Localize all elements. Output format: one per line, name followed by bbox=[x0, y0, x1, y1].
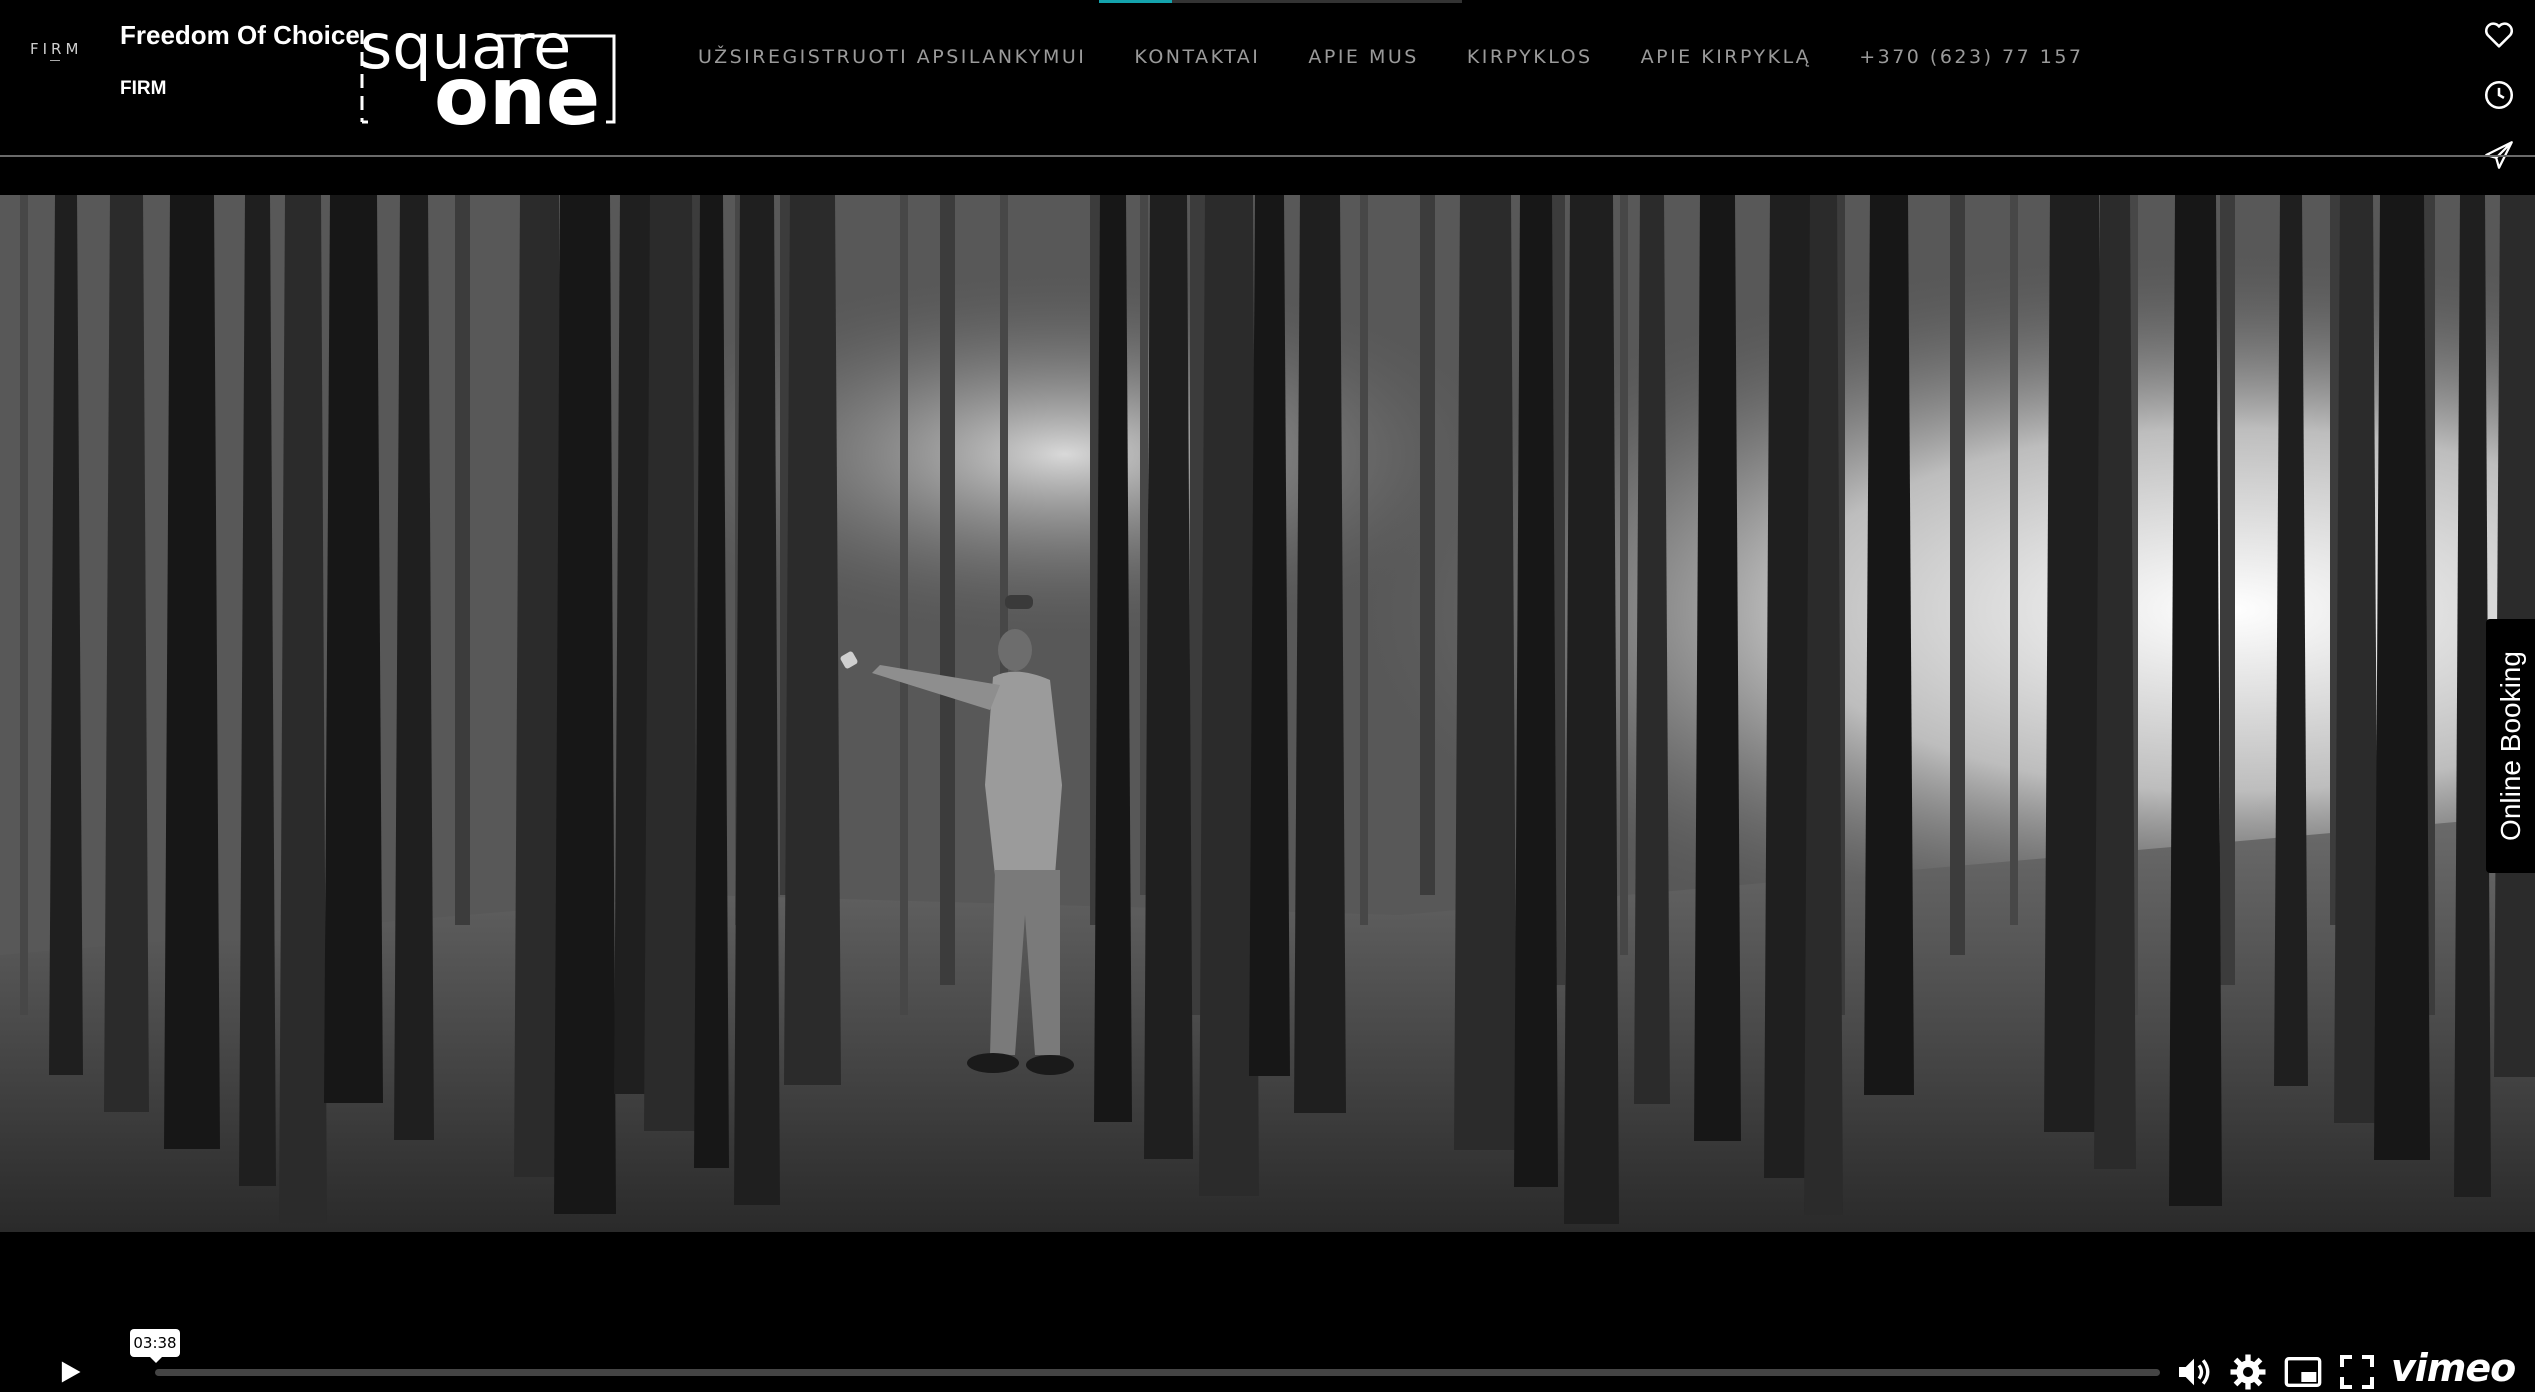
background-tree bbox=[455, 195, 470, 925]
nav-register[interactable]: UŽSIREGISTRUOTI APSILANKYMUI bbox=[698, 46, 1086, 76]
foreground-tree bbox=[1249, 195, 1290, 1076]
top-progress-fill bbox=[1099, 0, 1172, 3]
online-booking-label: Online Booking bbox=[2494, 651, 2526, 841]
foreground-tree bbox=[1454, 195, 1517, 1150]
foreground-tree bbox=[2094, 195, 2136, 1169]
forest-video-frame bbox=[0, 195, 2535, 1232]
nav-contacts[interactable]: KONTAKTAI bbox=[1134, 46, 1260, 76]
nav-about-us[interactable]: APIE MUS bbox=[1308, 46, 1418, 76]
foreground-tree bbox=[694, 195, 729, 1168]
background-tree bbox=[20, 195, 28, 1015]
clock-icon[interactable] bbox=[2482, 78, 2516, 112]
foreground-tree bbox=[2374, 195, 2430, 1160]
background-tree bbox=[1420, 195, 1435, 895]
background-tree bbox=[900, 195, 908, 1015]
site-header: FIRM Freedom Of Choice FIRM square one U… bbox=[0, 0, 2535, 169]
heart-icon[interactable] bbox=[2482, 18, 2516, 52]
video-scrubber[interactable] bbox=[155, 1369, 2160, 1376]
logo-word-one: one bbox=[434, 50, 600, 130]
time-tooltip: 03:38 bbox=[130, 1329, 180, 1363]
foreground-tree bbox=[164, 195, 220, 1149]
foreground-tree bbox=[1514, 195, 1558, 1187]
volume-icon[interactable] bbox=[2174, 1352, 2214, 1392]
nav-about-barbershop[interactable]: APIE KIRPYKLĄ bbox=[1641, 46, 1812, 76]
foreground-tree bbox=[104, 195, 149, 1112]
background-tree bbox=[2010, 195, 2018, 925]
foreground-tree bbox=[2334, 195, 2379, 1123]
nav-barbershops[interactable]: KIRPYKLOS bbox=[1467, 46, 1593, 76]
settings-icon[interactable] bbox=[2228, 1352, 2268, 1392]
background-tree bbox=[1620, 195, 1628, 955]
foreground-tree bbox=[2169, 195, 2222, 1206]
vimeo-logo[interactable]: vimeo bbox=[2391, 1346, 2516, 1390]
foreground-tree bbox=[554, 195, 616, 1214]
foreground-tree bbox=[324, 195, 383, 1103]
site-title[interactable]: Freedom Of Choice bbox=[120, 20, 360, 51]
foreground-tree bbox=[279, 195, 327, 1223]
foreground-tree bbox=[1094, 195, 1132, 1122]
hero-video[interactable]: Online Booking bbox=[0, 195, 2535, 1232]
fullscreen-icon[interactable] bbox=[2337, 1352, 2377, 1392]
main-nav: UŽSIREGISTRUOTI APSILANKYMUI KONTAKTAI A… bbox=[698, 46, 2132, 76]
nav-phone[interactable]: +370 (623) 77 157 bbox=[1859, 46, 2083, 76]
header-divider bbox=[0, 155, 2535, 157]
foreground-tree bbox=[1564, 195, 1619, 1224]
foreground-tree bbox=[734, 195, 780, 1205]
background-tree bbox=[940, 195, 955, 985]
foreground-tree bbox=[394, 195, 434, 1140]
background-tree bbox=[1950, 195, 1965, 955]
foreground-tree bbox=[1144, 195, 1193, 1159]
foreground-tree bbox=[644, 195, 698, 1131]
foreground-tree bbox=[1804, 195, 1843, 1215]
background-tree bbox=[2220, 195, 2235, 985]
foreground-tree bbox=[784, 195, 841, 1085]
online-booking-tab[interactable]: Online Booking bbox=[2486, 619, 2535, 873]
square-one-logo[interactable]: square one bbox=[356, 10, 620, 130]
pip-icon[interactable] bbox=[2283, 1352, 2323, 1392]
side-icon-column bbox=[2482, 18, 2522, 198]
firm-mark: FIRM bbox=[30, 40, 83, 61]
foreground-tree bbox=[1694, 195, 1741, 1141]
foreground-tree bbox=[1634, 195, 1670, 1104]
foreground-tree bbox=[1294, 195, 1346, 1113]
site-subtitle: FIRM bbox=[120, 78, 167, 99]
foreground-tree bbox=[2274, 195, 2308, 1086]
background-tree bbox=[1360, 195, 1368, 925]
foreground-tree bbox=[239, 195, 276, 1186]
play-icon[interactable] bbox=[56, 1358, 84, 1386]
foreground-tree bbox=[1864, 195, 1914, 1095]
